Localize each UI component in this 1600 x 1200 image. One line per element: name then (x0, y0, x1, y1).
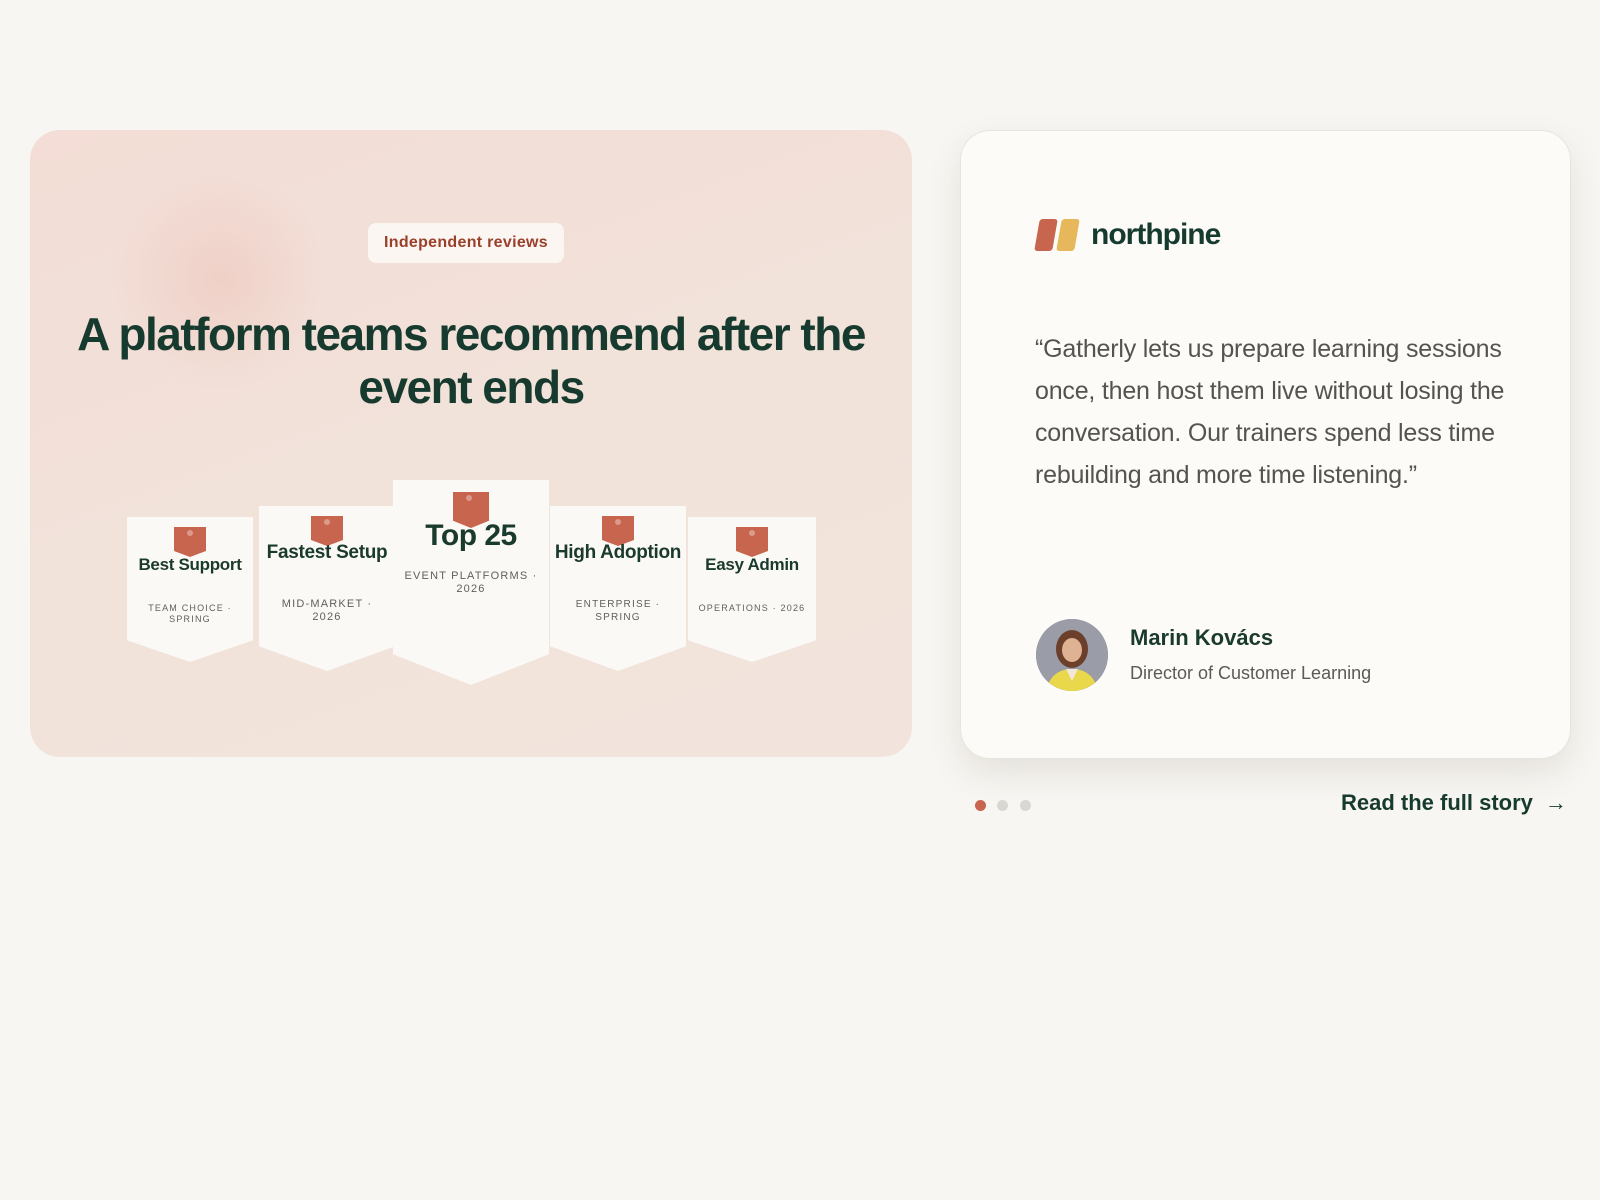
award-badge-easy-admin: Easy Admin OPERATIONS · 2026 (688, 517, 816, 662)
carousel-dot-1[interactable] (975, 800, 986, 811)
ribbon-icon (174, 527, 206, 557)
arrow-right-icon: → (1544, 790, 1567, 815)
carousel-dot-2[interactable] (997, 800, 1008, 811)
badge-title: Best Support (138, 555, 242, 574)
ribbon-icon (736, 527, 768, 557)
award-badge-fastest-setup: Fastest Setup MID-MARKET · 2026 (259, 506, 395, 671)
independent-reviews-pill: Independent reviews (368, 223, 564, 263)
badge-subtitle: MID-MARKET · 2026 (281, 598, 373, 623)
badge-title: Fastest Setup (266, 542, 388, 563)
badge-title: Easy Admin (705, 555, 799, 574)
person-role: Director of Customer Learning (1130, 663, 1372, 683)
hero-headline: A platform teams recommend after the eve… (77, 308, 866, 413)
award-badge-top-25: Top 25 EVENT PLATFORMS · 2026 (393, 480, 549, 685)
person-name: Marin Kovács (1130, 625, 1274, 650)
northpine-logo-icon (1056, 219, 1080, 251)
carousel-dot-3[interactable] (1020, 800, 1031, 811)
badge-subtitle: ENTERPRISE · SPRING (575, 599, 661, 623)
award-badge-best-support: Best Support TEAM CHOICE · SPRING (127, 517, 253, 662)
avatar-photo (1036, 619, 1108, 691)
award-badge-high-adoption: High Adoption ENTERPRISE · SPRING (550, 506, 686, 671)
read-full-story-label: Read the full story (1341, 790, 1533, 815)
avatar (1036, 619, 1108, 691)
testimonial-quote: “Gatherly lets us prepare learning sessi… (1035, 335, 1505, 489)
reviews-hero-card: Independent reviews A platform teams rec… (30, 130, 912, 757)
badge-subtitle: EVENT PLATFORMS · 2026 (404, 570, 538, 595)
badge-title: High Adoption (554, 542, 682, 563)
badge-title: Top 25 (425, 519, 517, 552)
northpine-logo-icon (1034, 219, 1058, 251)
badge-subtitle: OPERATIONS · 2026 (698, 603, 806, 613)
read-full-story-link[interactable]: Read the full story → (1341, 790, 1567, 816)
testimonial-card: northpine “Gatherly lets us prepare lear… (960, 130, 1571, 759)
badge-subtitle: TEAM CHOICE · SPRING (148, 603, 232, 624)
company-name: northpine (1091, 218, 1221, 251)
